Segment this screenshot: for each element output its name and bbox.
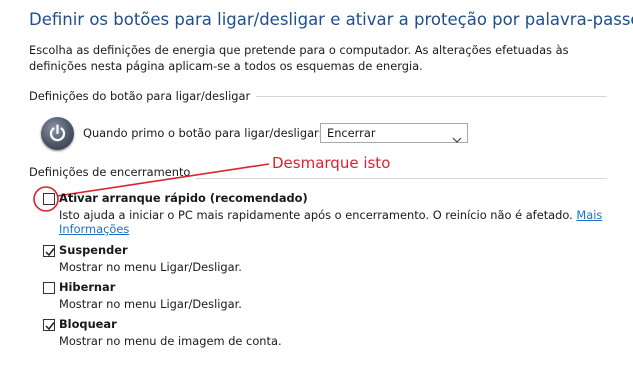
suspend-label[interactable]: Suspender — [59, 243, 128, 257]
fast-startup-description: Isto ajuda a iniciar o PC mais rapidamen… — [59, 208, 603, 222]
power-button-action-select[interactable]: Encerrar — [320, 123, 468, 143]
page-description: Escolha as definições de energia que pre… — [29, 43, 569, 73]
lock-label[interactable]: Bloquear — [59, 317, 117, 331]
fast-startup-checkbox[interactable] — [43, 193, 55, 205]
hibernate-label[interactable]: Hibernar — [59, 280, 115, 294]
shutdown-group-heading: Definições de encerramento — [29, 165, 197, 179]
page-title: Definir os botões para ligar/desligar e … — [29, 10, 633, 29]
chevron-down-icon — [452, 130, 462, 148]
checkmark-icon — [45, 322, 55, 331]
power-button-action-value: Encerrar — [327, 126, 376, 140]
power-button-icon — [41, 117, 74, 150]
power-button-group-heading: Definições do botão para ligar/desligar — [29, 89, 257, 103]
more-info-link[interactable]: Mais — [576, 208, 602, 222]
suspend-description: Mostrar no menu Ligar/Desligar. — [59, 260, 242, 274]
annotation-text: Desmarque isto — [272, 154, 391, 172]
hibernate-description: Mostrar no menu Ligar/Desligar. — [59, 297, 242, 311]
power-button-action-label: Quando primo o botão para ligar/desligar… — [83, 126, 323, 140]
lock-checkbox[interactable] — [43, 319, 55, 331]
lock-description: Mostrar no menu de imagem de conta. — [59, 334, 282, 348]
more-info-link-line2[interactable]: Informações — [59, 222, 129, 236]
suspend-checkbox[interactable] — [43, 245, 55, 257]
hibernate-checkbox[interactable] — [43, 282, 55, 294]
fast-startup-label[interactable]: Ativar arranque rápido (recomendado) — [59, 191, 308, 205]
checkmark-icon — [45, 248, 55, 257]
